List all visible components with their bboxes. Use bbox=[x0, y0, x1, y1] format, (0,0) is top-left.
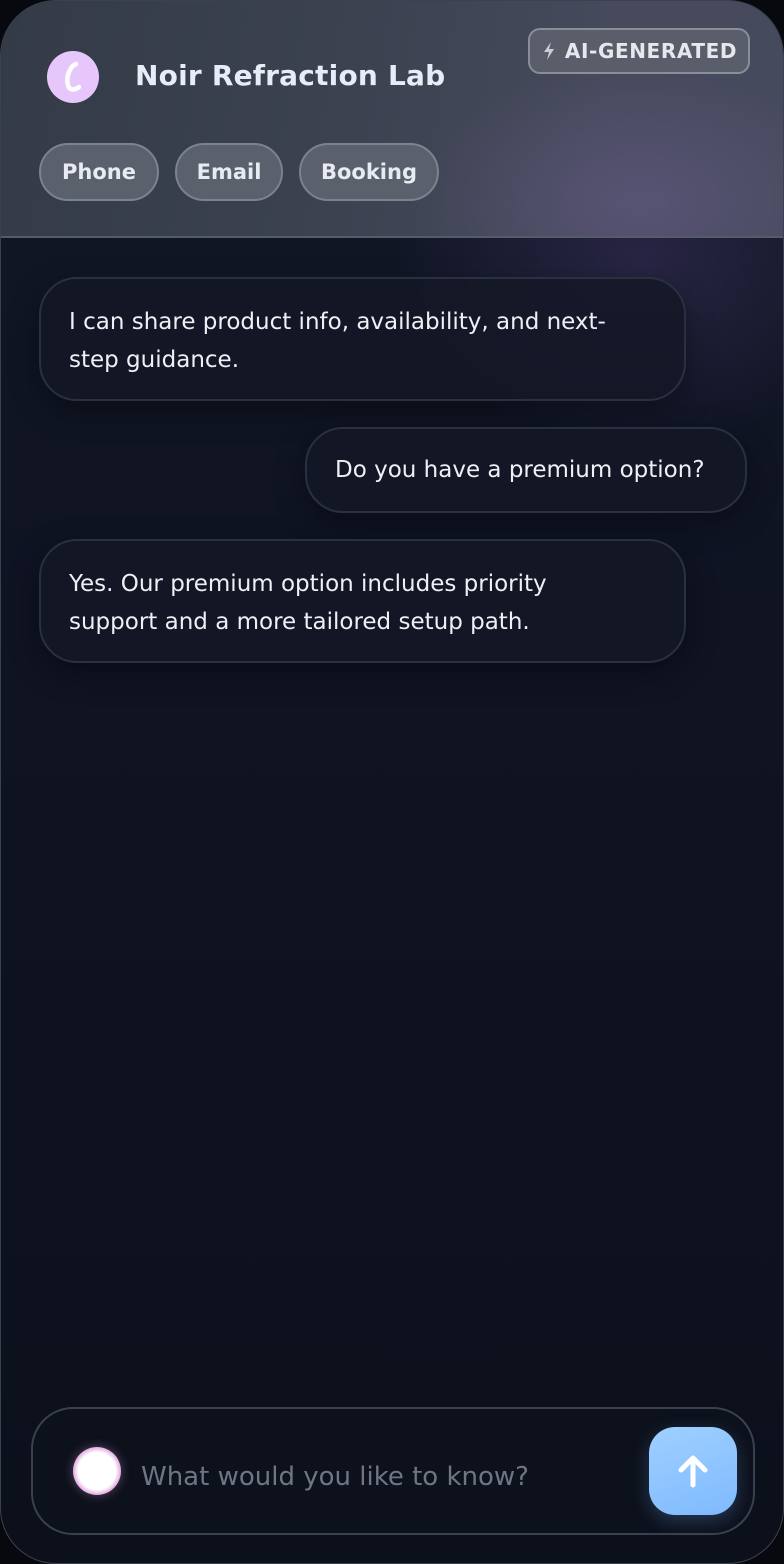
assistant-message: Yes. Our premium option includes priorit… bbox=[39, 539, 686, 663]
chip-booking[interactable]: Booking bbox=[299, 143, 439, 201]
chip-phone[interactable]: Phone bbox=[39, 143, 159, 201]
chat-window: Noir Refraction Lab AI-GENERATED Phone E… bbox=[0, 0, 784, 1564]
send-button[interactable] bbox=[649, 1427, 737, 1515]
lightning-icon bbox=[543, 42, 554, 60]
assistant-message: I can share product info, availability, … bbox=[39, 277, 686, 401]
arrow-up-icon bbox=[678, 1455, 708, 1488]
chip-email[interactable]: Email bbox=[175, 143, 283, 201]
user-message: Do you have a premium option? bbox=[305, 427, 747, 513]
voice-orb-icon[interactable] bbox=[73, 1447, 121, 1495]
brand-title: Noir Refraction Lab bbox=[135, 59, 446, 92]
ai-generated-badge: AI-GENERATED bbox=[528, 28, 750, 74]
brand-logo-icon bbox=[47, 51, 99, 103]
chat-header: Noir Refraction Lab AI-GENERATED Phone E… bbox=[1, 1, 783, 238]
ai-badge-label: AI-GENERATED bbox=[564, 39, 738, 63]
message-input[interactable] bbox=[141, 1453, 631, 1501]
